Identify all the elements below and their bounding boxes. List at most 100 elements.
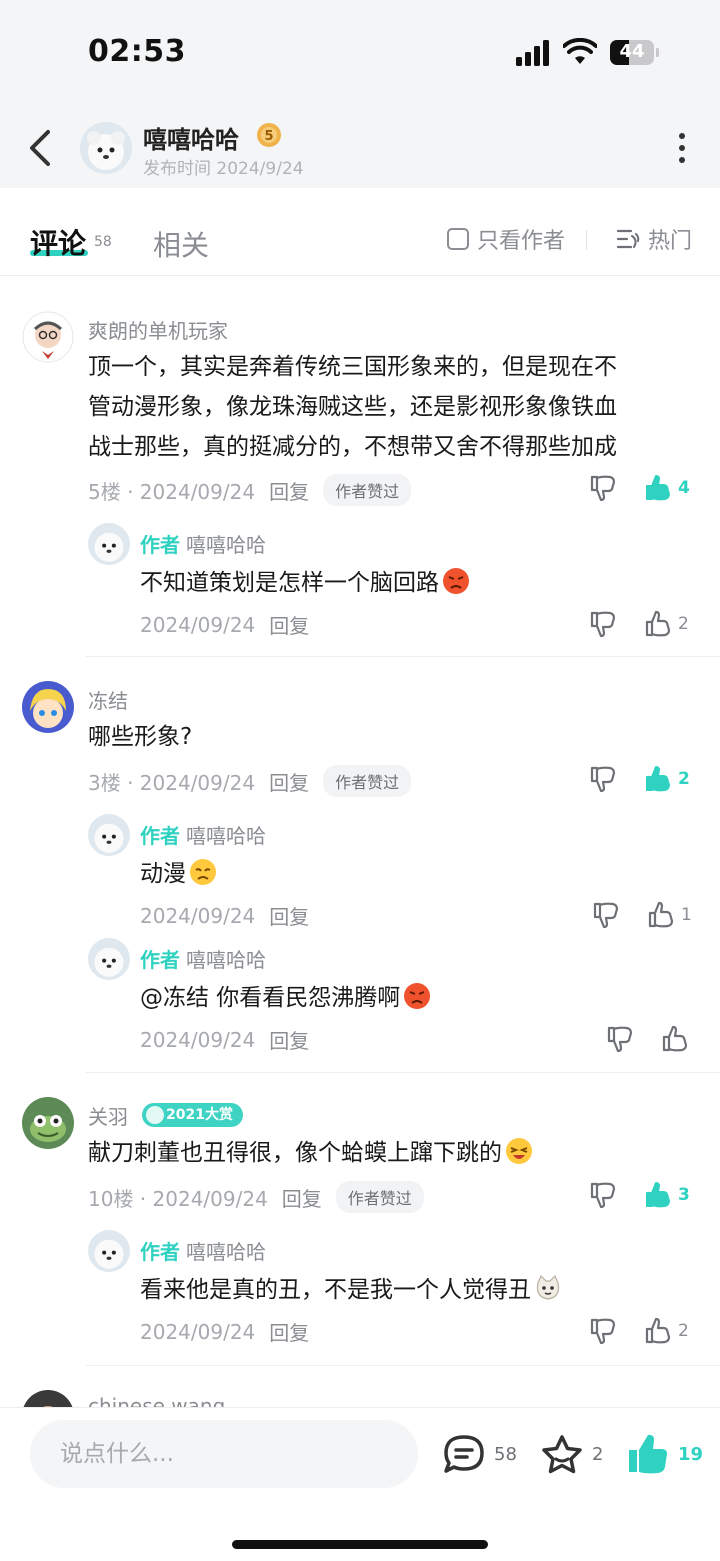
author-tag: 作者 <box>140 1240 180 1264</box>
reply-avatar[interactable] <box>88 938 130 980</box>
thumb-down-icon[interactable] <box>605 1024 635 1054</box>
floor-date: 10楼 · 2024/09/24 <box>88 1186 268 1211</box>
battery-icon: 44 <box>610 40 659 65</box>
comment-text: 哪些形象? <box>88 724 193 750</box>
thumb-down-icon[interactable] <box>588 1180 618 1210</box>
comment-meta: 5楼 · 2024/09/24 回复 作者赞过 <box>88 474 412 506</box>
reply-avatar[interactable] <box>88 814 130 856</box>
tab-related[interactable]: 相关 <box>153 224 209 264</box>
reply-meta: 2024/09/24 回复 <box>140 1317 309 1346</box>
comment-meta: 10楼 · 2024/09/24 回复 作者赞过 <box>88 1181 424 1213</box>
angry-emoji-icon <box>443 568 469 594</box>
wifi-icon <box>563 38 597 64</box>
tab-comments[interactable]: 评论 <box>30 222 86 262</box>
author-avatar[interactable] <box>80 122 132 174</box>
publish-time: 发布时间 2024/9/24 <box>143 159 304 179</box>
reply-button[interactable]: 回复 <box>269 1025 309 1054</box>
checkbox-icon[interactable] <box>447 228 469 250</box>
comment-divider <box>86 1365 720 1366</box>
favorites-count: 2 <box>592 1443 604 1465</box>
comment-input[interactable]: 说点什么... <box>30 1420 418 1488</box>
svg-text:5: 5 <box>264 129 273 144</box>
reply-button[interactable]: 回复 <box>269 901 309 930</box>
level-badge-icon: 5 <box>257 123 281 147</box>
thumb-up-icon[interactable] <box>643 1316 673 1346</box>
reply-actions: 1 <box>591 900 701 932</box>
sort-hot-button[interactable]: 热门 <box>616 225 693 254</box>
thumb-up-icon[interactable] <box>660 1024 690 1054</box>
comment-username[interactable]: 爽朗的单机玩家 <box>88 315 228 344</box>
comment-actions: 4 <box>588 473 698 505</box>
bottom-bar: 说点什么... 58 2 19 <box>0 1407 720 1561</box>
star-icon <box>542 1435 582 1474</box>
thumb-down-icon[interactable] <box>588 1316 618 1346</box>
floor-date: 3楼 · 2024/09/24 <box>88 770 256 795</box>
comment-text: 顶一个，其实是奔着传统三国形象来的，但是现在不 管动漫形象，像龙珠海贼这些，还是… <box>88 354 617 460</box>
like-count: 4 <box>678 478 690 498</box>
comment-actions: 2 <box>588 764 698 796</box>
like-post-button[interactable]: 19 <box>626 1432 703 1476</box>
reply-date: 2024/09/24 <box>140 1027 256 1052</box>
laugh-emoji-icon <box>506 1138 532 1164</box>
like-count: 3 <box>678 1185 690 1205</box>
thumb-down-icon[interactable] <box>591 900 621 930</box>
battery-level: 44 <box>619 41 645 62</box>
thumb-up-icon[interactable] <box>643 473 673 503</box>
reply-button[interactable]: 回复 <box>269 767 309 796</box>
sort-label: 热门 <box>648 229 693 254</box>
user-avatar[interactable] <box>22 681 74 733</box>
thumb-down-icon[interactable] <box>588 764 618 794</box>
comment-username[interactable]: 冻结 <box>88 685 128 714</box>
back-chevron-icon[interactable] <box>24 126 60 170</box>
reply-avatar[interactable] <box>88 523 130 565</box>
comment-text: 献刀刺董也丑得很，像个蛤蟆上蹿下跳的 <box>88 1133 534 1173</box>
author-tag: 作者 <box>140 533 180 557</box>
author-name[interactable]: 嘻嘻哈哈 <box>143 120 239 155</box>
reply-username[interactable]: 作者 嘻嘻哈哈 <box>140 1236 266 1265</box>
thumb-up-icon[interactable] <box>646 900 676 930</box>
thumb-up-icon[interactable] <box>643 764 673 794</box>
user-avatar[interactable] <box>22 1097 74 1149</box>
comment-username[interactable]: 关羽 <box>88 1101 128 1130</box>
thumb-down-icon[interactable] <box>588 609 618 639</box>
comment-actions: 3 <box>588 1180 698 1212</box>
reply-text: 看来他是真的丑，不是我一个人觉得丑 <box>140 1270 563 1310</box>
tab-divider <box>586 230 587 250</box>
status-time: 02:53 <box>88 34 186 69</box>
comment-icon <box>444 1435 484 1473</box>
floor-date: 5楼 · 2024/09/24 <box>88 479 256 504</box>
author-liked-badge: 作者赞过 <box>323 765 412 797</box>
reply-button[interactable]: 回复 <box>269 610 309 639</box>
more-icon[interactable] <box>672 130 692 166</box>
reply-username[interactable]: 作者 嘻嘻哈哈 <box>140 944 266 973</box>
comments-count: 58 <box>494 1443 517 1465</box>
reply-text: 动漫 <box>140 854 218 894</box>
cat-emoji-icon <box>536 1274 560 1300</box>
comment-username[interactable]: chinese wang <box>88 1394 225 1407</box>
comment-meta: 3楼 · 2024/09/24 回复 作者赞过 <box>88 765 412 797</box>
thumb-up-icon[interactable] <box>643 1180 673 1210</box>
reply-text: @冻结 你看看民怨沸腾啊 <box>140 978 432 1018</box>
comments-button[interactable]: 58 <box>442 1432 517 1476</box>
user-avatar[interactable] <box>22 1390 74 1407</box>
thumb-down-icon[interactable] <box>588 473 618 503</box>
reply-avatar[interactable] <box>88 1230 130 1272</box>
reply-date: 2024/09/24 <box>140 903 256 928</box>
thumb-up-icon[interactable] <box>643 609 673 639</box>
reply-button[interactable]: 回复 <box>269 1317 309 1346</box>
favorite-button[interactable]: 2 <box>540 1432 603 1476</box>
reply-username[interactable]: 作者 嘻嘻哈哈 <box>140 529 266 558</box>
angry-emoji-icon <box>404 983 431 1009</box>
reply-actions <box>605 1024 695 1056</box>
reply-button[interactable]: 回复 <box>269 476 309 505</box>
user-avatar[interactable] <box>22 311 74 363</box>
reply-button[interactable]: 回复 <box>282 1183 322 1212</box>
only-author-label: 只看作者 <box>477 229 566 254</box>
reply-actions: 2 <box>588 1316 698 1348</box>
only-author-toggle[interactable]: 只看作者 <box>447 225 566 254</box>
comment-tabs: 评论 58 相关 只看作者 热门 <box>0 188 720 276</box>
author-liked-badge: 作者赞过 <box>323 474 412 506</box>
comment-list: 爽朗的单机玩家 顶一个，其实是奔着传统三国形象来的，但是现在不 管动漫形象，像龙… <box>0 277 720 1407</box>
reply-username[interactable]: 作者 嘻嘻哈哈 <box>140 820 266 849</box>
sort-icon <box>616 229 640 249</box>
